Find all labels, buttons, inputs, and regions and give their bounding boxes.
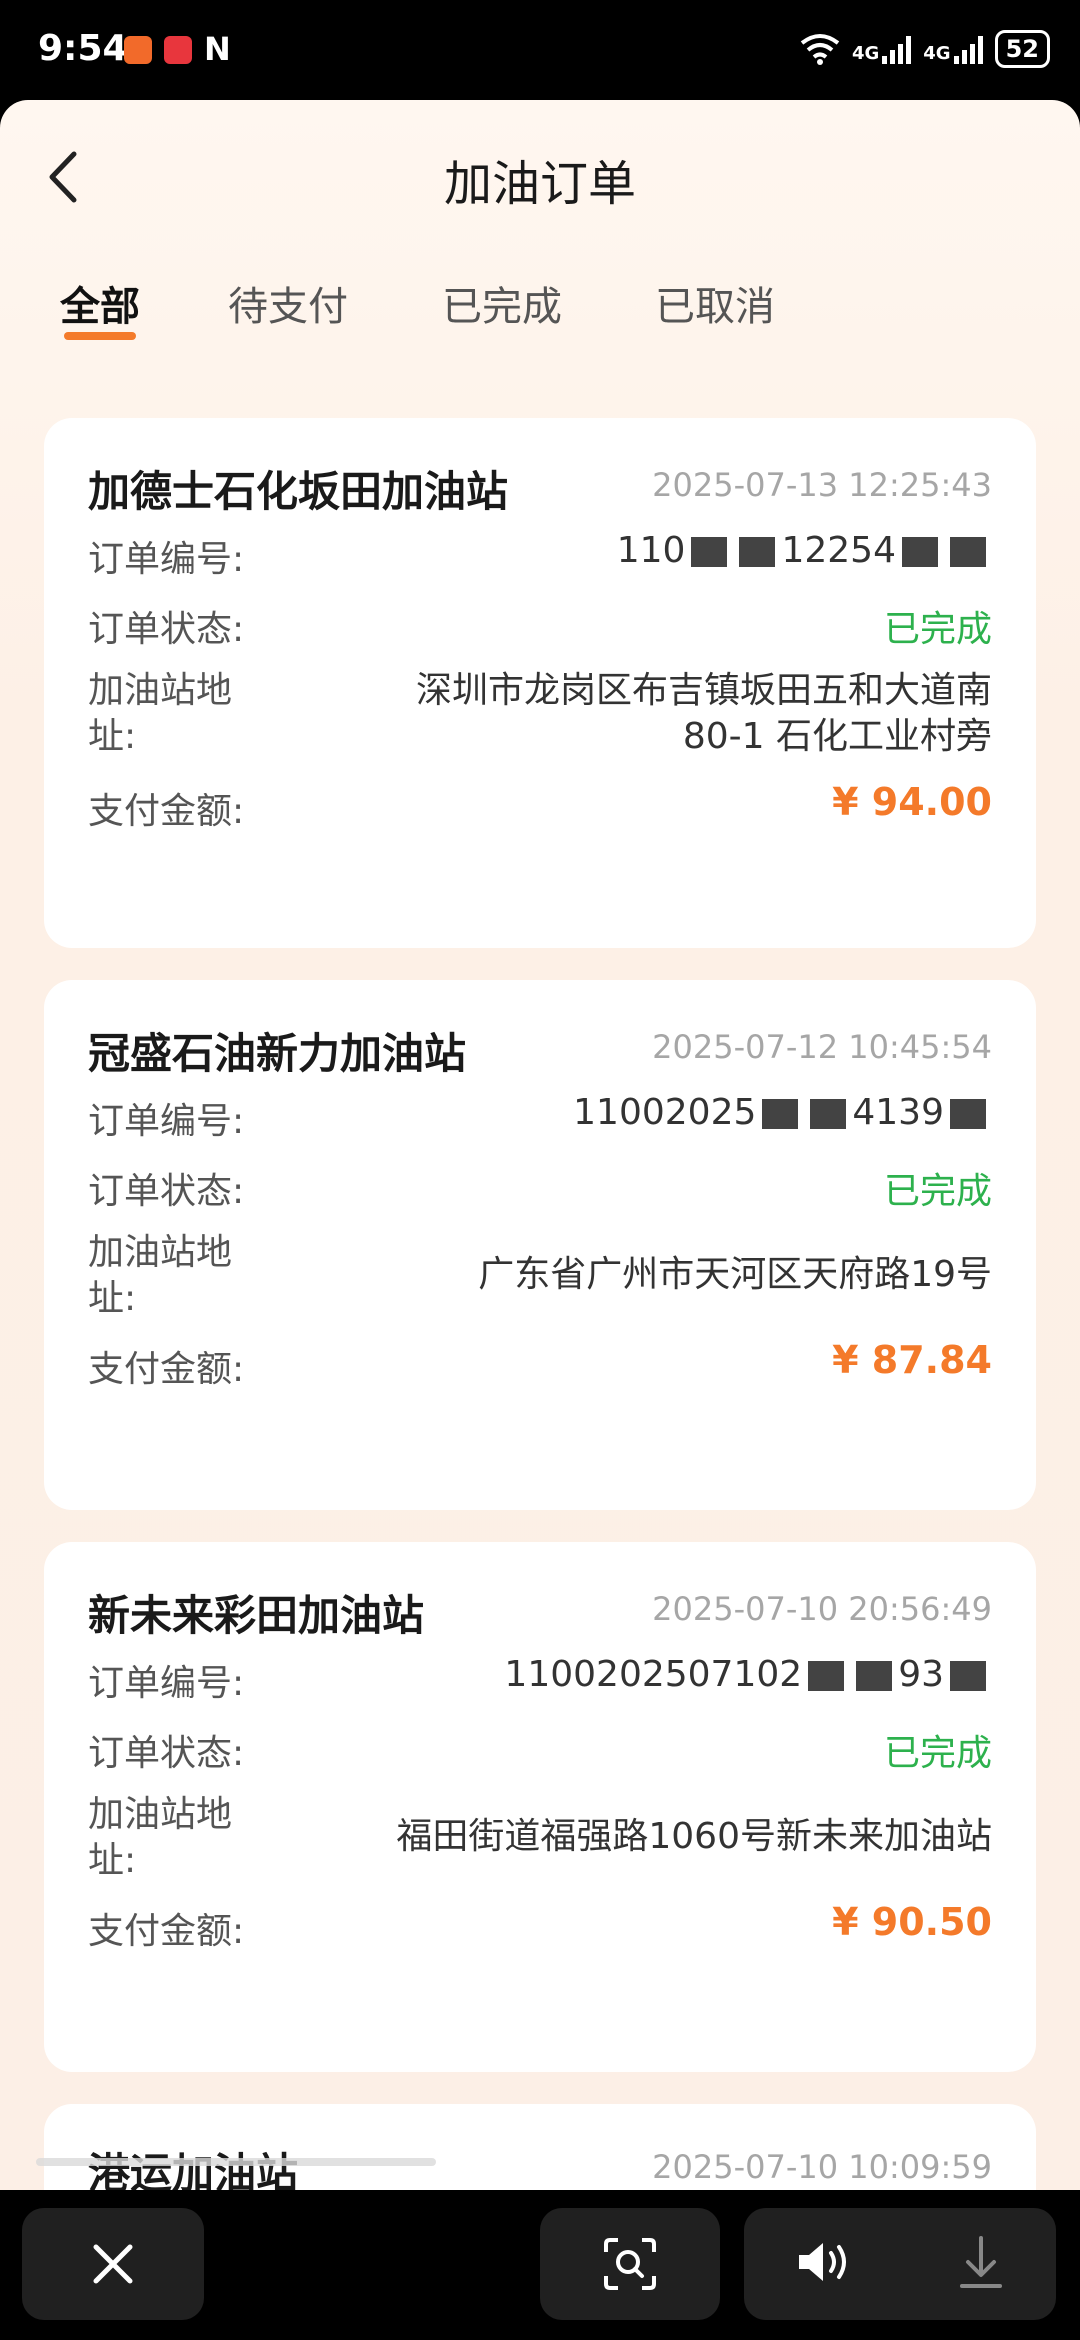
download-icon [959,2236,1002,2288]
pay-amount-label: 支付金额: [88,1349,245,1390]
book-notification-icon [164,36,192,64]
wifi-icon [800,34,840,65]
status-right: 4G 4G 52 [800,30,1050,68]
close-button[interactable] [22,2208,204,2320]
volume-icon [798,2243,846,2281]
address-label: 加油站地 址: [88,1792,232,1884]
redaction [950,1661,986,1691]
network-type: 4G [923,43,951,64]
address-value: 广东省广州市天河区天府路19号 [478,1252,992,1298]
order-card[interactable]: 新未来彩田加油站 2025-07-10 20:56:49 订单编号: 11002… [44,1542,1036,2072]
network-type: 4G [851,43,880,64]
order-time: 2025-07-10 10:09:59 [652,2148,992,2186]
tab-cancelled[interactable]: 已取消 [655,274,775,332]
redaction [739,537,776,567]
close-icon [93,2244,133,2284]
redaction [691,537,728,567]
address-label: 加油站地 址: [88,668,232,760]
station-name: 新未来彩田加油站 [88,1591,425,1640]
battery-icon: 52 [994,30,1050,68]
address-label-line2: 址: [88,716,137,757]
media-controls [744,2208,1056,2320]
redaction [950,537,986,567]
address-label: 加油站地 址: [88,1230,232,1322]
scan-search-icon [604,2238,656,2290]
app-notification-icon [124,36,152,64]
order-time: 2025-07-12 10:45:54 [652,1028,992,1066]
order-no-value: 1100202507102 93 [504,1654,992,1695]
pay-amount-value: ¥ 87.84 [832,1338,992,1382]
address-label-line1: 加油站地 [88,1232,233,1273]
order-no-prefix: 1100202507102 [504,1654,803,1695]
redaction [950,1099,986,1129]
tab-indicator [64,332,136,340]
pay-amount-label: 支付金额: [88,791,245,832]
redaction [856,1661,893,1691]
station-name: 冠盛石油新力加油站 [88,1029,467,1078]
order-status-value: 已完成 [883,609,992,650]
scan-search-button[interactable] [540,2208,720,2320]
order-card[interactable]: 港运加油站 2025-07-10 10:09:59 [44,2104,1036,2190]
order-no-mid: 12254 [781,530,896,571]
redaction [902,537,938,567]
redaction [808,1661,845,1691]
address-label-line1: 加油站地 [88,670,233,711]
order-status-value: 已完成 [883,1171,992,1212]
station-name: 加德士石化坂田加油站 [88,467,509,516]
address-line2: 80-1 石化工业村旁 [682,716,992,757]
address-line1: 深圳市龙岗区布吉镇坂田五和大道南 [415,670,992,711]
redaction [810,1099,847,1129]
tab-pending-payment[interactable]: 待支付 [228,274,348,332]
order-no-label: 订单编号: [88,539,245,580]
pay-amount-value: ¥ 94.00 [832,780,992,824]
redaction [762,1099,799,1129]
tab-completed[interactable]: 已完成 [442,274,562,332]
order-status-label: 订单状态: [88,1171,245,1212]
signal-icon: 4G [851,34,912,64]
address-label-line2: 址: [88,1840,137,1881]
address-value: 福田街道福强路1060号新未来加油站 [396,1814,992,1860]
status-time: 9:54 [38,28,128,69]
volume-button[interactable] [795,2237,855,2291]
scroll-indicator [36,2158,436,2166]
order-no-prefix: 11002025 [573,1092,757,1133]
order-no-label: 订单编号: [88,1101,245,1142]
order-time: 2025-07-13 12:25:43 [652,466,992,504]
signal-icon: 4G [923,34,983,64]
order-no-value: 11002025 4139 [573,1092,992,1133]
pay-amount-value: ¥ 90.50 [832,1900,992,1944]
order-tabs: 全部 待支付 已完成 已取消 [0,250,1080,360]
order-no-prefix: 110 [616,530,686,571]
header: 加油订单 [0,100,1080,250]
download-button[interactable] [956,2234,1006,2294]
address-line1: 福田街道福强路1060号新未来加油站 [396,1816,992,1857]
order-status-label: 订单状态: [88,609,245,650]
order-card[interactable]: 加德士石化坂田加油站 2025-07-13 12:25:43 订单编号: 110… [44,418,1036,948]
address-line1: 广东省广州市天河区天府路19号 [478,1254,992,1295]
order-time: 2025-07-10 20:56:49 [652,1590,992,1628]
address-value: 深圳市龙岗区布吉镇坂田五和大道南 80-1 石化工业村旁 [416,668,992,760]
pay-amount-label: 支付金额: [88,1911,245,1952]
tab-all[interactable]: 全部 [60,274,140,332]
order-status-label: 订单状态: [88,1733,245,1774]
address-label-line1: 加油站地 [88,1794,233,1835]
bottom-toolbar [0,2190,1080,2340]
orders-page: 加油订单 全部 待支付 已完成 已取消 加德士石化坂田加油站 2025-07-1… [0,100,1080,2190]
address-label-line2: 址: [88,1278,137,1319]
order-no-mid: 4139 [852,1092,944,1133]
status-bar: 9:54 N 4G 4G 52 [0,0,1080,100]
order-status-value: 已完成 [883,1733,992,1774]
order-no-value: 110 12254 [617,530,992,571]
page-title: 加油订单 [443,156,636,212]
order-no-label: 订单编号: [88,1663,245,1704]
order-card[interactable]: 冠盛石油新力加油站 2025-07-12 10:45:54 订单编号: 1100… [44,980,1036,1510]
nfc-icon: N [204,30,231,68]
order-no-mid: 93 [898,1654,944,1695]
